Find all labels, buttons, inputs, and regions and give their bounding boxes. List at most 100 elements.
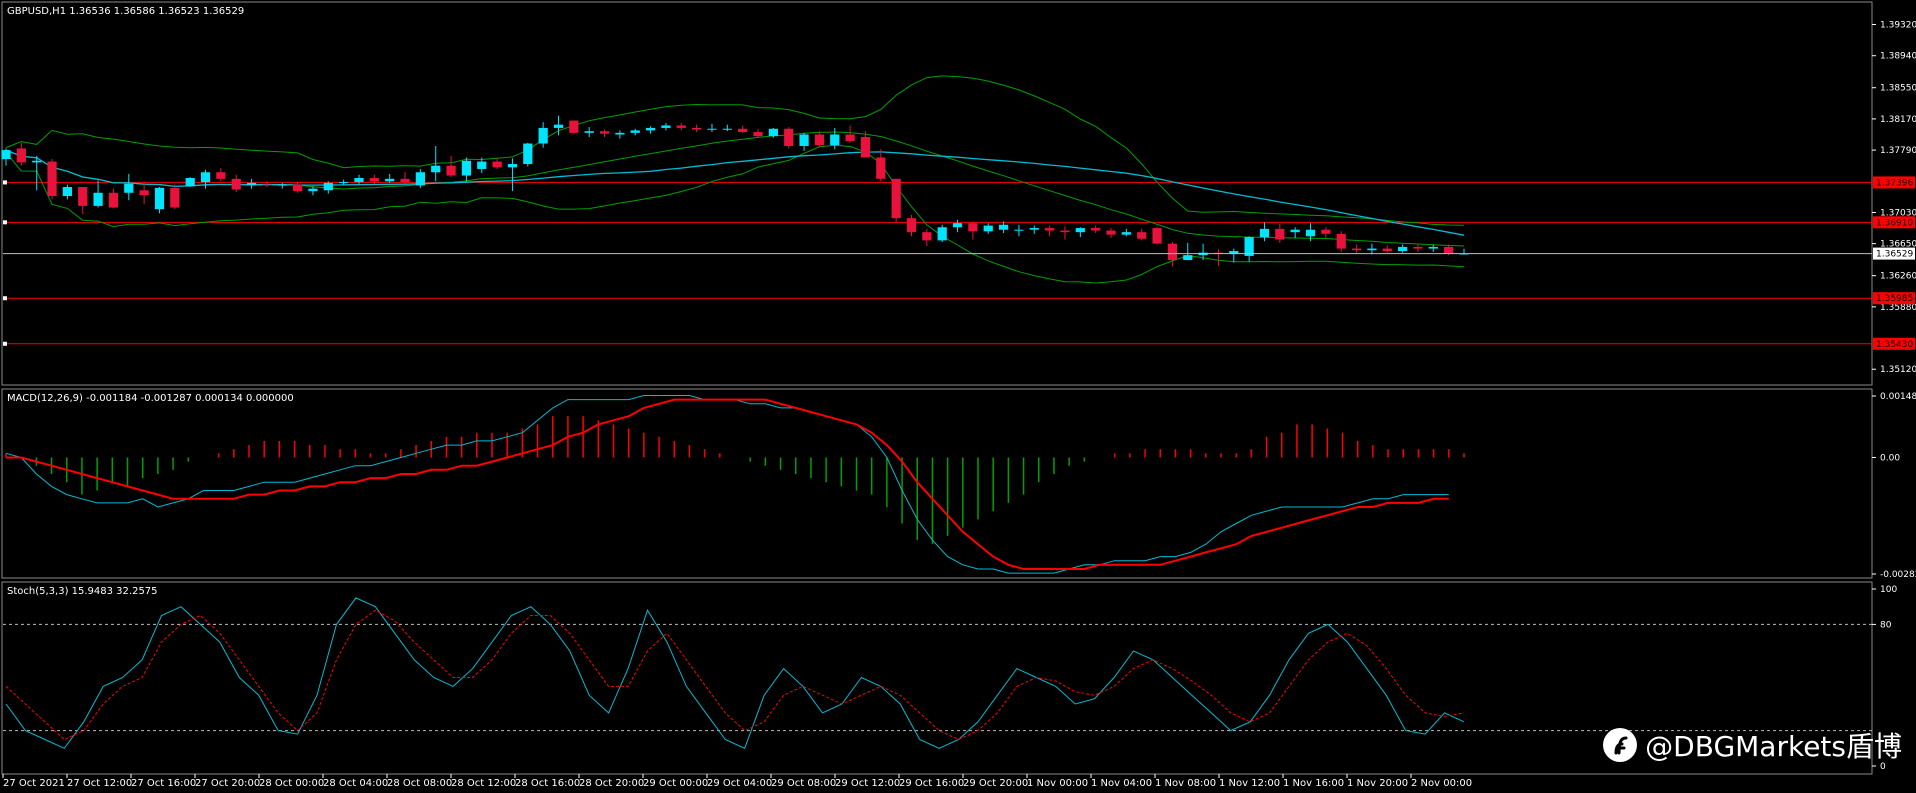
- candle[interactable]: [906, 214, 917, 237]
- candle[interactable]: [1213, 249, 1224, 266]
- candle[interactable]: [523, 142, 533, 167]
- candle[interactable]: [292, 182, 303, 193]
- candle[interactable]: [1060, 226, 1070, 240]
- candle-body: [446, 165, 456, 176]
- candle-body: [599, 131, 610, 134]
- candle[interactable]: [968, 221, 978, 240]
- candle[interactable]: [461, 157, 472, 182]
- candle[interactable]: [277, 182, 287, 189]
- candle-body: [170, 187, 180, 208]
- candle[interactable]: [891, 178, 901, 223]
- candle[interactable]: [32, 155, 42, 191]
- time-axis-label: 29 Oct 12:00: [835, 778, 900, 789]
- candle[interactable]: [584, 127, 594, 137]
- candle[interactable]: [1121, 228, 1131, 237]
- candle[interactable]: [937, 224, 947, 243]
- level-line-handle[interactable]: [3, 180, 7, 185]
- candle[interactable]: [323, 181, 333, 194]
- candle[interactable]: [1428, 244, 1438, 252]
- candle[interactable]: [1152, 227, 1162, 245]
- candle[interactable]: [569, 120, 579, 134]
- candle[interactable]: [1091, 225, 1101, 233]
- candle[interactable]: [922, 228, 932, 247]
- candle[interactable]: [692, 124, 702, 133]
- candle[interactable]: [1259, 222, 1270, 242]
- candle[interactable]: [676, 123, 686, 131]
- candle[interactable]: [1106, 228, 1116, 238]
- candle[interactable]: [200, 169, 211, 189]
- macd-pane-frame: [1, 388, 1873, 579]
- candle[interactable]: [799, 132, 809, 151]
- candle[interactable]: [1351, 244, 1362, 253]
- candle[interactable]: [124, 173, 134, 201]
- candle-body: [553, 124, 564, 128]
- trading-terminal: 1.393201.389401.385501.381701.377901.370…: [1, 1, 1916, 789]
- candle[interactable]: [1382, 245, 1392, 253]
- level-line-handle[interactable]: [3, 296, 7, 301]
- candle[interactable]: [216, 168, 226, 182]
- candle[interactable]: [1, 148, 11, 166]
- price-chart[interactable]: 1.393201.389401.385501.381701.377901.370…: [1, 21, 1916, 376]
- candle[interactable]: [845, 125, 855, 143]
- level-line-handle[interactable]: [3, 220, 7, 225]
- macd-chart[interactable]: 0.001488 0.00 -0.002822: [5, 392, 1916, 580]
- candle[interactable]: [385, 173, 395, 183]
- candle[interactable]: [1398, 244, 1408, 253]
- candle[interactable]: [1275, 223, 1285, 243]
- time-axis-label: 28 Oct 16:00: [515, 778, 580, 789]
- candle[interactable]: [1229, 248, 1239, 263]
- candle[interactable]: [415, 168, 425, 188]
- candle[interactable]: [753, 128, 763, 138]
- candle-body: [1444, 246, 1454, 254]
- candle[interactable]: [1045, 225, 1055, 237]
- candle[interactable]: [615, 130, 625, 139]
- level-line-handle[interactable]: [3, 341, 7, 346]
- level-price-badge-label: 1.35430: [1876, 340, 1913, 350]
- candle[interactable]: [139, 182, 149, 205]
- candle[interactable]: [814, 131, 825, 148]
- candle[interactable]: [185, 177, 195, 188]
- candle[interactable]: [630, 128, 640, 136]
- candle[interactable]: [1029, 225, 1039, 234]
- candle[interactable]: [738, 125, 748, 133]
- candle[interactable]: [1336, 231, 1346, 252]
- candle[interactable]: [62, 184, 72, 200]
- candle[interactable]: [93, 180, 103, 208]
- candle[interactable]: [1075, 227, 1085, 238]
- candle[interactable]: [170, 184, 180, 210]
- candle[interactable]: [446, 155, 456, 178]
- candle[interactable]: [1413, 243, 1423, 252]
- candle[interactable]: [78, 187, 88, 215]
- candle[interactable]: [784, 127, 794, 149]
- macd-axis-label: 0.001488: [1880, 392, 1916, 402]
- candle[interactable]: [983, 223, 993, 234]
- candle[interactable]: [1183, 242, 1193, 261]
- candle[interactable]: [1244, 236, 1254, 262]
- candle[interactable]: [1290, 227, 1300, 238]
- candle[interactable]: [246, 178, 257, 189]
- candle[interactable]: [16, 142, 26, 166]
- candle[interactable]: [492, 157, 502, 169]
- candle[interactable]: [1167, 242, 1178, 267]
- candle[interactable]: [707, 123, 717, 133]
- candle[interactable]: [1014, 224, 1024, 237]
- candle[interactable]: [998, 221, 1009, 233]
- candle[interactable]: [1321, 227, 1331, 238]
- candle[interactable]: [1367, 243, 1377, 255]
- candle[interactable]: [722, 124, 732, 132]
- candle[interactable]: [661, 123, 671, 131]
- candle[interactable]: [108, 188, 119, 209]
- candle[interactable]: [507, 158, 518, 192]
- candle[interactable]: [47, 159, 57, 200]
- candle[interactable]: [952, 219, 963, 233]
- candle[interactable]: [400, 172, 410, 184]
- candle[interactable]: [599, 129, 610, 137]
- candle-body: [876, 157, 886, 179]
- candle[interactable]: [154, 187, 165, 214]
- candle[interactable]: [354, 174, 364, 185]
- candle[interactable]: [231, 174, 241, 192]
- candle[interactable]: [645, 126, 656, 134]
- candle[interactable]: [876, 149, 886, 182]
- candle[interactable]: [538, 122, 548, 148]
- candle[interactable]: [1137, 228, 1147, 241]
